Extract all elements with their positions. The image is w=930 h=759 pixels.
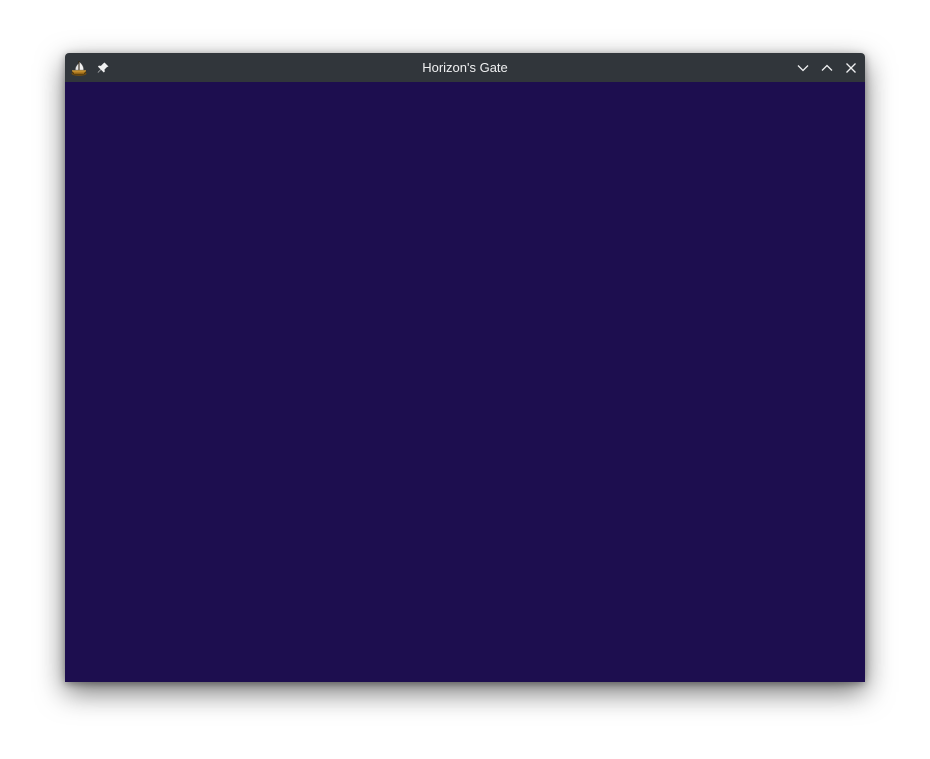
title-bar[interactable]: Horizon's Gate bbox=[65, 53, 865, 82]
minimize-button[interactable] bbox=[793, 58, 813, 78]
desktop: Horizon's Gate bbox=[0, 0, 930, 759]
close-icon bbox=[846, 62, 856, 73]
pin-icon[interactable] bbox=[94, 59, 112, 77]
chevron-down-icon bbox=[797, 64, 809, 71]
game-window: Horizon's Gate bbox=[65, 53, 865, 682]
close-button[interactable] bbox=[841, 58, 861, 78]
chevron-up-icon bbox=[821, 64, 833, 71]
window-controls bbox=[793, 53, 865, 82]
game-canvas[interactable] bbox=[65, 82, 865, 682]
title-bar-left bbox=[65, 53, 112, 82]
maximize-button[interactable] bbox=[817, 58, 837, 78]
window-title: Horizon's Gate bbox=[422, 60, 508, 75]
ship-icon[interactable] bbox=[70, 59, 88, 77]
